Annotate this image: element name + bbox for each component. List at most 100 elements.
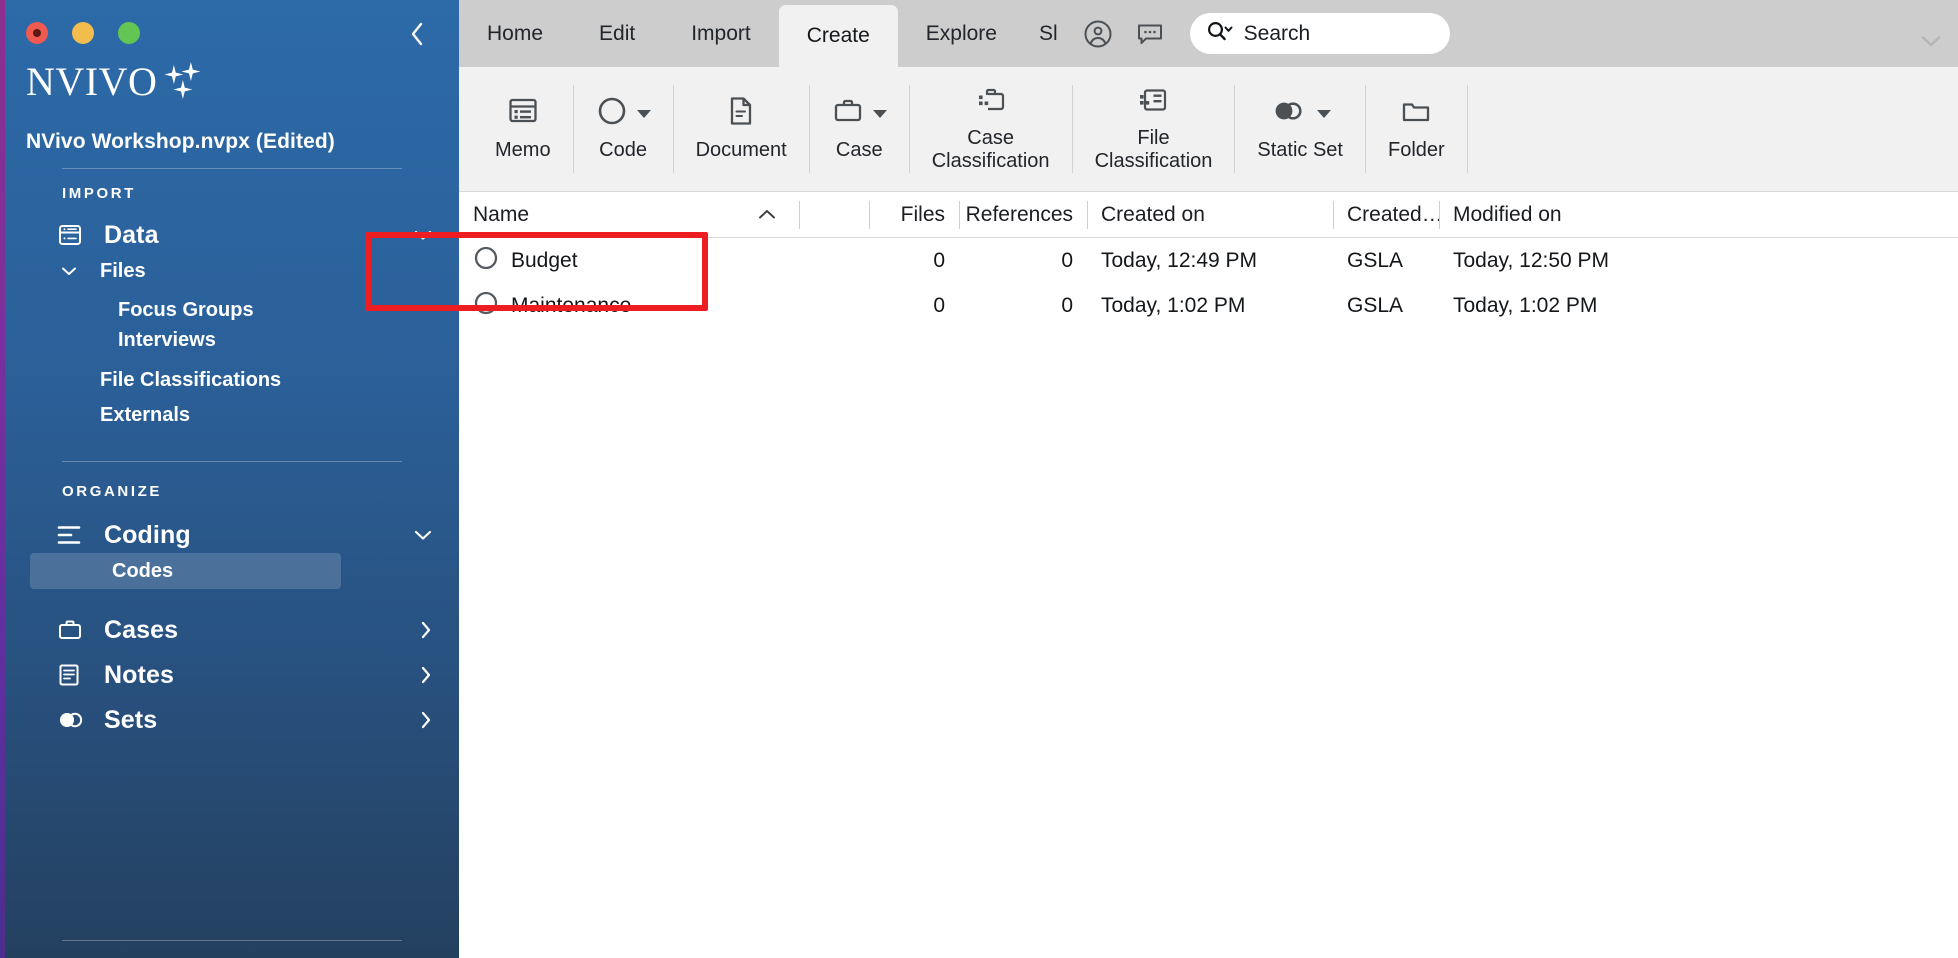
sidebar-item-cases[interactable]: Cases — [0, 610, 459, 650]
search-input[interactable]: Search — [1189, 13, 1450, 54]
chevron-down-icon[interactable] — [413, 528, 433, 542]
column-header-references[interactable]: References — [959, 192, 1087, 238]
sidebar-item-codes[interactable]: Codes — [30, 553, 341, 589]
sidebar-item-interviews[interactable]: Interviews — [0, 322, 216, 358]
sidebar-item-label: Codes — [112, 559, 174, 582]
main-content-area: Home Edit Import Create Explore Sl Searc… — [459, 0, 1958, 958]
sidebar-item-label: Data — [104, 220, 159, 249]
cell-references: 0 — [1061, 248, 1073, 272]
sparkles-icon — [164, 62, 206, 102]
case-classification-icon — [975, 85, 1007, 120]
tab-share[interactable]: Sl — [1025, 0, 1072, 67]
sidebar-item-label: Sets — [104, 705, 158, 734]
sidebar-item-label: Notes — [104, 660, 174, 689]
column-label: References — [965, 202, 1073, 226]
chat-bubble-icon[interactable] — [1124, 0, 1176, 67]
tab-home[interactable]: Home — [459, 0, 571, 67]
column-header-modified-on[interactable]: Modified on — [1439, 192, 1859, 238]
cell-modified-on: Today, 1:02 PM — [1453, 293, 1598, 317]
chevron-right-icon[interactable] — [419, 710, 433, 730]
chevron-left-icon[interactable] — [401, 18, 433, 50]
nvivo-app-window: NVIVO NVivo Workshop.nvpx (Edited) IMPOR… — [0, 0, 1958, 958]
coding-lines-icon — [57, 524, 87, 546]
sidebar-item-notes[interactable]: Notes — [0, 655, 459, 695]
sidebar-left-edge-accent — [0, 0, 5, 958]
ribbon-tab-bar: Home Edit Import Create Explore Sl Searc… — [459, 0, 1958, 67]
column-label: Files — [900, 202, 945, 226]
sidebar-item-file-classifications[interactable]: File Classifications — [0, 362, 459, 398]
document-icon — [727, 95, 755, 132]
column-header-spacer — [799, 192, 869, 238]
account-circle-icon[interactable] — [1072, 0, 1124, 67]
sidebar-item-externals[interactable]: Externals — [0, 397, 459, 433]
column-label: Modified on — [1453, 202, 1562, 226]
ribbon-separator — [1466, 85, 1468, 173]
chevron-down-icon[interactable] — [872, 109, 887, 118]
ribbon-toolbar: Memo Code Document Case Case Classificat… — [459, 67, 1958, 192]
tab-import[interactable]: Import — [663, 0, 779, 67]
chevron-down-icon[interactable] — [1918, 33, 1944, 49]
circle-code-icon — [473, 290, 499, 322]
static-set-icon — [1270, 98, 1308, 129]
table-row[interactable]: Budget 0 0 Today, 12:49 PM GSLA Today, 1… — [459, 238, 1958, 283]
create-static-set-button[interactable]: Static Set — [1235, 67, 1365, 191]
minimize-window-button[interactable] — [72, 22, 94, 44]
chevron-down-icon[interactable] — [413, 228, 433, 242]
search-icon — [1206, 20, 1236, 47]
note-icon — [57, 662, 87, 688]
briefcase-icon — [57, 618, 87, 642]
chevron-down-icon[interactable] — [636, 109, 651, 118]
create-memo-button[interactable]: Memo — [473, 67, 573, 191]
cell-created-on: Today, 12:49 PM — [1101, 248, 1258, 272]
sidebar-section-import: IMPORT — [62, 185, 136, 202]
maximize-window-button[interactable] — [118, 22, 140, 44]
table-header-row: Name Files References Created on Created… — [459, 192, 1958, 238]
database-icon — [57, 222, 87, 248]
create-file-classification-button[interactable]: File Classification — [1073, 67, 1235, 191]
column-header-name[interactable]: Name — [459, 192, 799, 238]
cell-name[interactable]: Budget — [459, 238, 799, 283]
sidebar-item-files[interactable]: Files — [0, 253, 459, 289]
create-case-button[interactable]: Case — [810, 67, 909, 191]
chevron-right-icon[interactable] — [419, 620, 433, 640]
search-placeholder: Search — [1243, 21, 1311, 45]
chevron-down-icon[interactable] — [60, 265, 78, 277]
cell-created-on: Today, 1:02 PM — [1101, 293, 1246, 317]
sidebar-divider — [0, 168, 459, 169]
sidebar-item-sets[interactable]: Sets — [0, 700, 459, 740]
sidebar-item-label: Interviews — [118, 328, 216, 351]
sidebar-item-label: Externals — [100, 403, 191, 426]
column-header-created-on[interactable]: Created on — [1087, 192, 1333, 238]
sidebar-item-data[interactable]: Data — [0, 215, 459, 255]
sidebar: NVIVO NVivo Workshop.nvpx (Edited) IMPOR… — [0, 0, 459, 958]
sidebar-item-label: Focus Groups — [118, 298, 254, 321]
sidebar-divider — [0, 461, 459, 462]
cell-name[interactable]: Maintenance — [459, 283, 799, 328]
create-folder-button[interactable]: Folder — [1366, 67, 1467, 191]
cell-spacer — [799, 283, 869, 328]
file-classification-icon — [1137, 85, 1169, 120]
ribbon-button-label: Code — [599, 138, 647, 161]
nvivo-logo-text: NVIVO — [26, 59, 158, 104]
column-header-created-by[interactable]: Created… — [1333, 192, 1443, 238]
create-document-button[interactable]: Document — [674, 67, 809, 191]
tab-create[interactable]: Create — [778, 5, 898, 67]
sidebar-item-label: Cases — [104, 615, 179, 644]
tab-explore[interactable]: Explore — [898, 0, 1025, 67]
chevron-right-icon[interactable] — [419, 665, 433, 685]
table-row[interactable]: Maintenance 0 0 Today, 1:02 PM GSLA Toda… — [459, 283, 1958, 328]
create-code-button[interactable]: Code — [574, 67, 673, 191]
cell-spacer — [799, 238, 869, 283]
chevron-down-icon[interactable] — [1316, 109, 1331, 118]
circle-code-icon — [473, 245, 499, 277]
cell-files: 0 — [933, 248, 945, 272]
close-window-button[interactable] — [26, 22, 48, 44]
sidebar-item-coding[interactable]: Coding — [0, 515, 459, 555]
circle-code-icon — [596, 95, 628, 132]
chevron-up-icon[interactable] — [757, 208, 777, 221]
create-case-classification-button[interactable]: Case Classification — [910, 67, 1072, 191]
ribbon-button-label: Document — [695, 138, 787, 161]
column-header-files[interactable]: Files — [869, 192, 959, 238]
sidebar-item-label: Coding — [104, 520, 191, 549]
tab-edit[interactable]: Edit — [571, 0, 663, 67]
